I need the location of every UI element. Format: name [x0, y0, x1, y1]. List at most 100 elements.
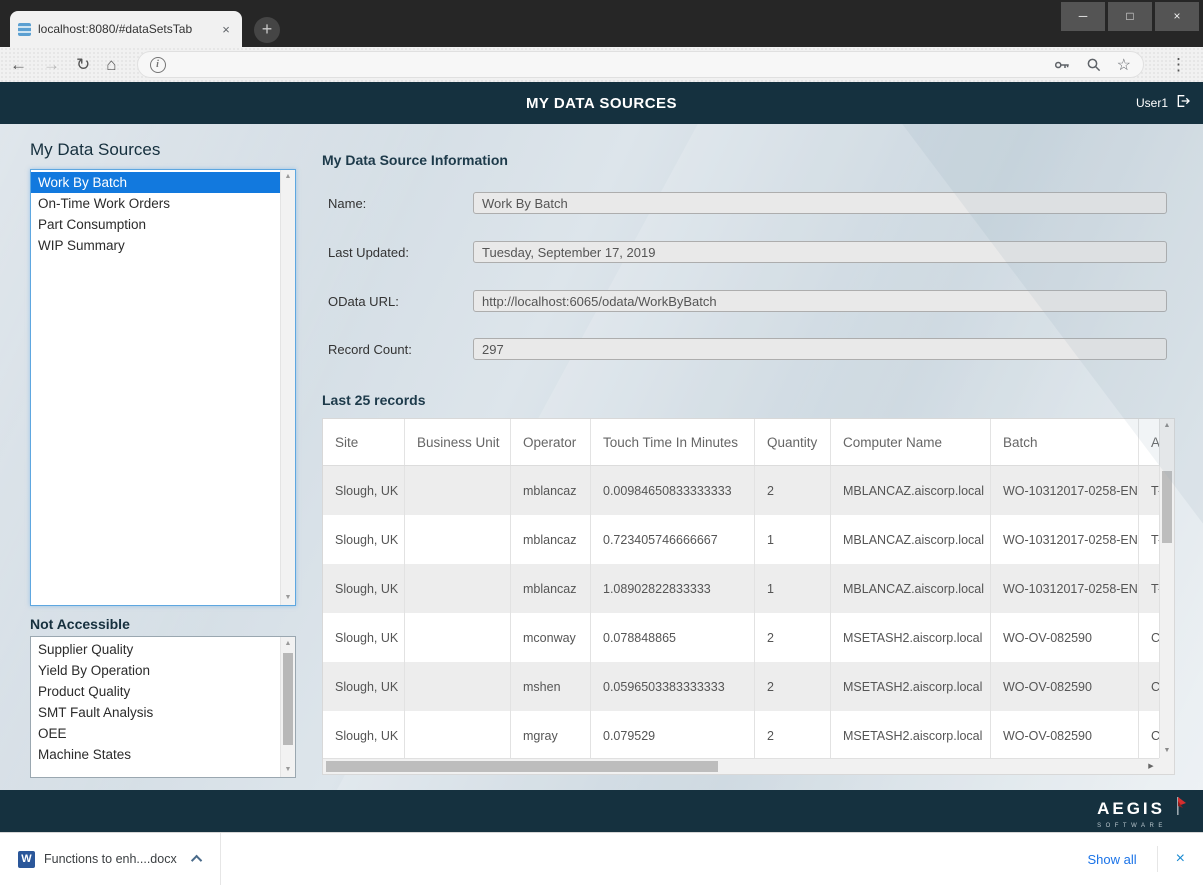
table-cell: Slough, UK [323, 662, 405, 711]
list-item[interactable]: WIP Summary [31, 235, 280, 256]
back-icon[interactable]: ← [10, 56, 27, 73]
list-item[interactable]: Work By Batch [31, 172, 280, 193]
scroll-down-icon[interactable]: ▼ [281, 763, 295, 777]
reload-icon[interactable]: ↻ [76, 56, 90, 73]
table-cell [405, 711, 511, 758]
table-vertical-scrollbar[interactable]: ▲ ▼ [1159, 419, 1174, 758]
download-bar-actions: Show all × [1068, 833, 1203, 885]
table-cell: T- [1139, 515, 1159, 564]
header-cell: Operator [511, 419, 591, 465]
not-accessible-scrollbar[interactable]: ▲ ▼ [280, 637, 295, 777]
table-row[interactable]: Slough, UKmblancaz0.009846508333333332MB… [323, 466, 1159, 515]
data-sources-list: Work By BatchOn-Time Work OrdersPart Con… [31, 170, 280, 605]
odata-url-field[interactable] [473, 290, 1167, 312]
close-button[interactable]: × [1155, 2, 1199, 31]
list-item[interactable]: OEE [31, 723, 280, 744]
table-cell: mshen [511, 662, 591, 711]
table-cell: 2 [755, 613, 831, 662]
table-cell: 0.078848865 [591, 613, 755, 662]
header-cell: Business Unit [405, 419, 511, 465]
table-cell: mblancaz [511, 515, 591, 564]
list-item[interactable]: On-Time Work Orders [31, 193, 280, 214]
records-table: SiteBusiness UnitOperatorTouch Time In M… [322, 418, 1175, 775]
user-name: User1 [1136, 96, 1168, 110]
browser-titlebar: localhost:8080/#dataSetsTab × + ─ □ × [0, 0, 1203, 47]
zoom-icon[interactable] [1085, 56, 1103, 74]
maximize-button[interactable]: □ [1108, 2, 1152, 31]
table-row[interactable]: Slough, UKmshen0.05965033833333332MSETAS… [323, 662, 1159, 711]
scroll-down-icon[interactable]: ▼ [1160, 744, 1174, 758]
scroll-up-icon[interactable]: ▲ [281, 637, 295, 651]
not-accessible-list: Supplier QualityYield By OperationProduc… [31, 637, 280, 777]
scroll-up-icon[interactable]: ▲ [1160, 419, 1174, 433]
logout-icon[interactable] [1175, 93, 1191, 114]
table-cell: mblancaz [511, 564, 591, 613]
minimize-button[interactable]: ─ [1061, 2, 1105, 31]
header-cell: Site [323, 419, 405, 465]
table-cell: 2 [755, 711, 831, 758]
browser-menu-icon[interactable]: ⋮ [1164, 55, 1193, 75]
table-header-row: SiteBusiness UnitOperatorTouch Time In M… [323, 419, 1159, 466]
scroll-right-icon[interactable]: ▶ [1145, 759, 1157, 774]
name-field[interactable] [473, 192, 1167, 214]
table-horizontal-scrollbar[interactable]: ▶ [323, 758, 1159, 774]
tab-favicon [18, 23, 31, 36]
field-row-last-updated: Last Updated: [328, 241, 1167, 263]
table-row[interactable]: Slough, UKmblancaz1.089028228333331MBLAN… [323, 564, 1159, 613]
table-cell: 0.00984650833333333 [591, 466, 755, 515]
table-cell: Slough, UK [323, 711, 405, 758]
records-section-title: Last 25 records [322, 392, 426, 408]
list-item[interactable]: Part Consumption [31, 214, 280, 235]
scrollbar-thumb[interactable] [326, 761, 718, 772]
last-updated-field[interactable] [473, 241, 1167, 263]
list-item[interactable]: Product Quality [31, 681, 280, 702]
scroll-down-icon[interactable]: ▼ [281, 591, 295, 605]
page-title: MY DATA SOURCES [526, 95, 677, 112]
forward-icon[interactable]: → [43, 56, 60, 73]
table-cell: T- [1139, 466, 1159, 515]
scroll-up-icon[interactable]: ▲ [281, 170, 295, 184]
list-item[interactable]: SMT Fault Analysis [31, 702, 280, 723]
table-row[interactable]: Slough, UKmconway0.0788488652MSETASH2.ai… [323, 613, 1159, 662]
table-cell: 2 [755, 466, 831, 515]
table-cell: 0.079529 [591, 711, 755, 758]
bookmark-star-icon[interactable]: ☆ [1117, 55, 1131, 75]
list-item[interactable]: Supplier Quality [31, 639, 280, 660]
table-row[interactable]: Slough, UKmblancaz0.7234057466666671MBLA… [323, 515, 1159, 564]
app-footer: AEGIS SOFTWARE [0, 790, 1203, 832]
show-all-button[interactable]: Show all [1068, 852, 1157, 867]
chevron-up-icon[interactable] [191, 855, 202, 866]
list-item[interactable]: Machine States [31, 744, 280, 765]
table-row[interactable]: Slough, UK mgray0.0795292MSETASH2.aiscorp… [323, 711, 1159, 758]
download-item[interactable]: W Functions to enh....docx [0, 833, 221, 885]
word-file-icon: W [18, 851, 35, 868]
scrollbar-thumb[interactable] [283, 653, 293, 745]
download-bar: W Functions to enh....docx Show all × [0, 832, 1203, 885]
table-cell: WO-10312017-0258-EN [991, 515, 1139, 564]
home-icon[interactable]: ⌂ [106, 56, 116, 73]
list-item[interactable]: Yield By Operation [31, 660, 280, 681]
download-bar-close-icon[interactable]: × [1158, 850, 1203, 868]
record-count-field[interactable] [473, 338, 1167, 360]
table-cell: mgray [511, 711, 591, 758]
browser-tab[interactable]: localhost:8080/#dataSetsTab × [10, 11, 242, 47]
table-cell [405, 466, 511, 515]
field-row-odata-url: OData URL: [328, 290, 1167, 312]
user-area: User1 [1136, 82, 1191, 124]
table-cell: 1 [755, 564, 831, 613]
table-cell: MBLANCAZ.aiscorp.local [831, 564, 991, 613]
table-cell: Slough, UK [323, 564, 405, 613]
data-sources-scrollbar[interactable]: ▲ ▼ [280, 170, 295, 605]
new-tab-button[interactable]: + [254, 17, 280, 43]
scrollbar-thumb[interactable] [1162, 471, 1172, 543]
table-cell: C [1139, 711, 1159, 758]
tab-close-icon[interactable]: × [218, 22, 234, 37]
key-icon[interactable] [1053, 56, 1071, 74]
download-filename: Functions to enh....docx [44, 852, 177, 866]
table-cell [405, 515, 511, 564]
table-cell: WO-10312017-0258-EN [991, 564, 1139, 613]
table-cell: mconway [511, 613, 591, 662]
address-bar[interactable]: i ☆ [137, 51, 1144, 78]
page-info-icon[interactable]: i [150, 57, 166, 73]
table-cell: MSETASH2.aiscorp.local [831, 711, 991, 758]
